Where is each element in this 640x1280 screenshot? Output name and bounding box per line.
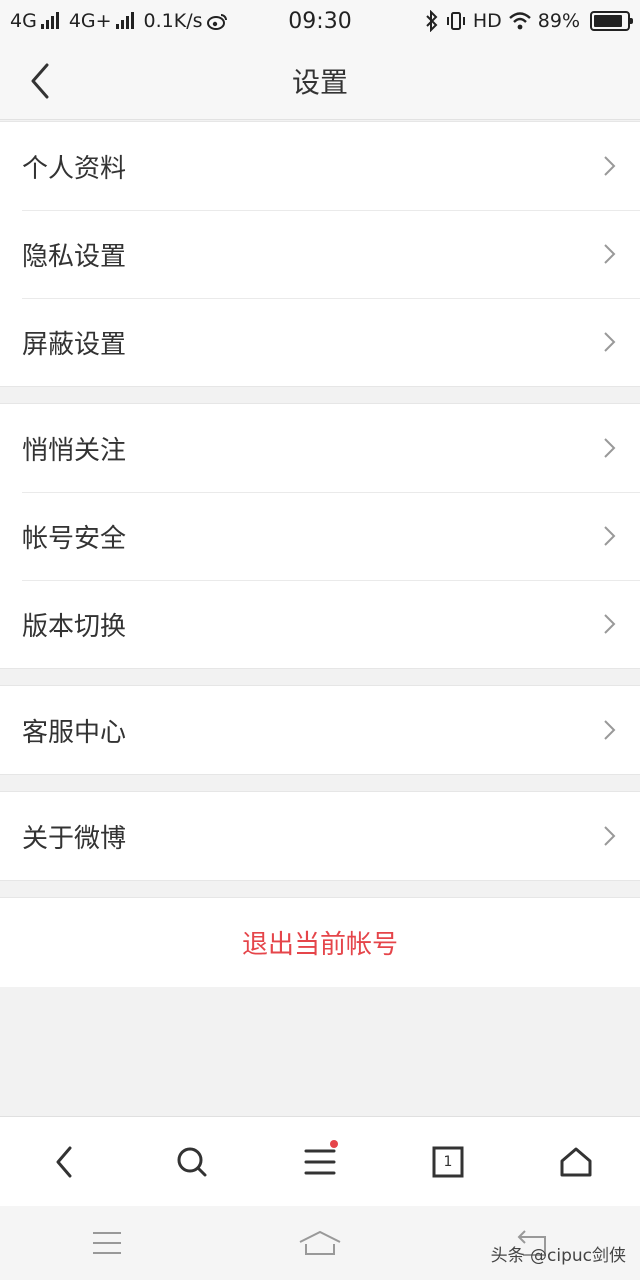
settings-item-label: 关于微博 [22,823,127,854]
logout-section: 退出当前帐号 [0,897,640,987]
battery-fill [594,15,623,27]
settings-item-account-security[interactable]: 帐号安全 [0,492,640,580]
settings-item-label: 屏蔽设置 [22,329,127,360]
status-right: HD 89% [425,10,633,32]
notification-dot [330,1139,338,1148]
page-title: 设置 [291,65,348,99]
back-icon [56,1146,72,1177]
back-button[interactable] [20,60,60,102]
settings-item-label: 悄悄关注 [22,435,127,466]
chevron-right-icon [604,244,616,264]
settings-item-secret-follow[interactable]: 悄悄关注 [0,404,640,492]
settings-item-label: 版本切换 [22,611,127,642]
watermark: 头条 @cipuc剑侠 [490,1246,626,1266]
toolbar-menu-button[interactable] [288,1130,352,1194]
chevron-right-icon [604,526,616,546]
chevron-right-icon [604,156,616,176]
wifi-icon [508,12,531,30]
battery-percent: 89% [537,10,580,32]
system-menu-button[interactable] [72,1218,142,1268]
toolbar-home-button[interactable] [544,1130,608,1194]
network-type-2: 4G+ [68,10,112,32]
toolbar-search-button[interactable] [160,1130,224,1194]
signal-icon-2 [115,12,134,29]
status-bar: 4G 4G+ 0.1K/s 09:30 HD 89% [0,0,640,42]
menu-icon [304,1149,336,1174]
settings-item-privacy[interactable]: 隐私设置 [0,210,640,298]
menu-icon [92,1232,121,1254]
settings-item-label: 隐私设置 [22,241,127,272]
settings-group-1: 个人资料 隐私设置 屏蔽设置 [0,121,640,387]
chevron-right-icon [604,614,616,634]
home-icon [299,1230,341,1255]
toolbar-tabs-button[interactable]: 1 [416,1130,480,1194]
toolbar-back-button[interactable] [32,1130,96,1194]
settings-item-version-switch[interactable]: 版本切换 [0,580,640,668]
settings-list: 个人资料 隐私设置 屏蔽设置 悄悄关注 帐号安全 版本切换 客服中心 关于微博 … [0,121,640,987]
bluetooth-icon [426,10,438,32]
network-type-1: 4G [10,10,37,32]
settings-item-label: 帐号安全 [22,523,127,554]
chevron-right-icon [604,332,616,352]
settings-group-3: 客服中心 [0,685,640,775]
vibrate-icon [446,12,465,30]
home-icon [560,1147,592,1176]
system-home-button[interactable] [285,1218,355,1268]
network-speed: 0.1K/s [143,10,203,32]
settings-item-label: 客服中心 [22,717,127,748]
bottom-toolbar: 1 [0,1116,640,1206]
nav-bar: 设置 [0,42,640,120]
settings-group-2: 悄悄关注 帐号安全 版本切换 [0,403,640,669]
signal-icon [40,12,59,29]
settings-item-about[interactable]: 关于微博 [0,792,640,880]
settings-group-4: 关于微博 [0,791,640,881]
tab-count: 1 [443,1153,453,1170]
logout-button[interactable]: 退出当前帐号 [242,924,398,961]
settings-item-label: 个人资料 [22,153,127,184]
back-arrow-icon [31,63,49,99]
settings-item-profile[interactable]: 个人资料 [0,122,640,210]
chevron-right-icon [604,826,616,846]
chevron-right-icon [604,720,616,740]
weibo-icon [206,14,227,30]
status-left: 4G 4G+ 0.1K/s [10,10,425,32]
system-nav-bar: 头条 @cipuc剑侠 [0,1206,640,1280]
settings-item-customer-service[interactable]: 客服中心 [0,686,640,774]
hd-indicator: HD [472,10,502,32]
chevron-right-icon [604,438,616,458]
settings-item-block[interactable]: 屏蔽设置 [0,298,640,386]
search-icon [177,1147,207,1176]
battery-icon [590,11,633,31]
